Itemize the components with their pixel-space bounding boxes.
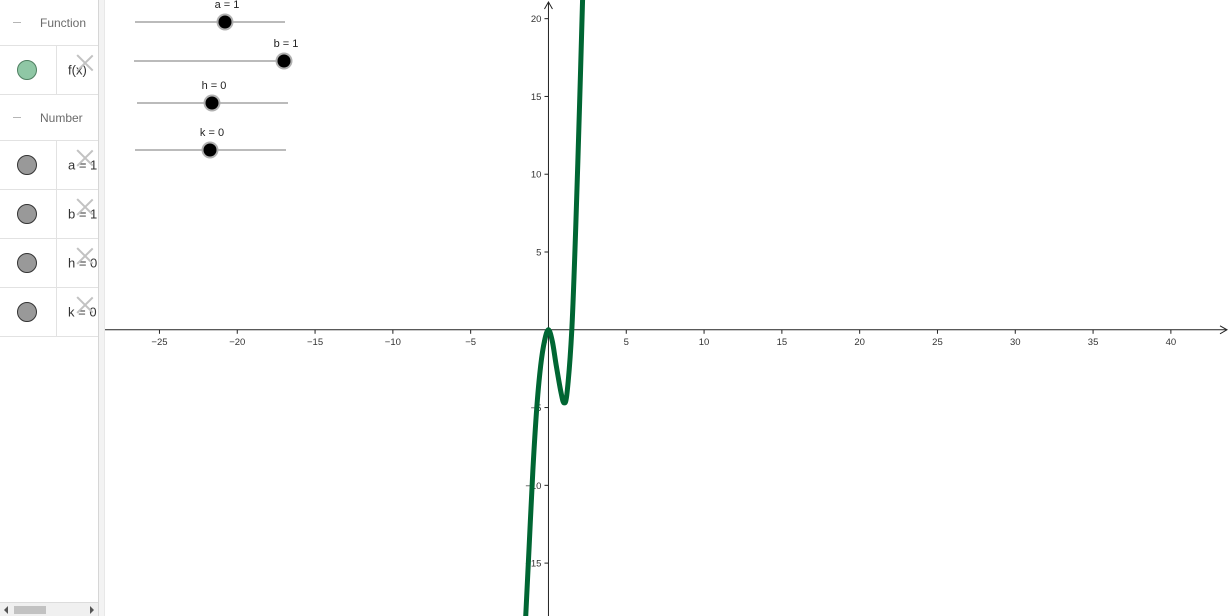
x-tick-label: −25 (151, 337, 167, 348)
visibility-toggle[interactable] (17, 60, 37, 80)
algebra-item-a[interactable]: a = 1 (0, 141, 98, 190)
delete-icon[interactable] (76, 149, 94, 167)
slider-k[interactable]: k = 0 (135, 127, 286, 159)
scroll-left-icon[interactable] (4, 606, 8, 614)
x-tick-label: 35 (1088, 337, 1099, 348)
x-tick-label: −15 (307, 337, 323, 348)
slider-a[interactable]: a = 1 (135, 0, 285, 31)
x-tick-label: 25 (932, 337, 943, 348)
algebra-item-b[interactable]: b = 1 (0, 190, 98, 239)
x-tick-label: 30 (1010, 337, 1021, 348)
slider-label: h = 0 (202, 80, 227, 92)
x-tick-label: −20 (229, 337, 245, 348)
y-tick-label: 20 (531, 14, 542, 25)
row-divider (56, 239, 57, 287)
slider-b[interactable]: b = 1 (134, 38, 298, 70)
slider-h[interactable]: h = 0 (137, 80, 288, 112)
row-divider (56, 141, 57, 189)
algebra-item-k[interactable]: k = 0 (0, 288, 98, 337)
x-tick-label: 15 (777, 337, 788, 348)
visibility-toggle[interactable] (17, 253, 37, 273)
x-tick-label: 40 (1166, 337, 1177, 348)
row-divider (56, 288, 57, 336)
algebra-item-h[interactable]: h = 0 (0, 239, 98, 288)
slider-label: k = 0 (200, 127, 224, 139)
x-tick-label: −10 (385, 337, 401, 348)
x-tick-label: −5 (465, 337, 476, 348)
y-tick-label: 10 (531, 170, 542, 181)
slider-knob[interactable] (203, 143, 217, 157)
delete-icon[interactable] (76, 54, 94, 72)
slider-label: a = 1 (215, 0, 240, 11)
delete-icon[interactable] (76, 198, 94, 216)
scroll-right-icon[interactable] (90, 606, 94, 614)
slider-knob[interactable] (205, 96, 219, 110)
visibility-toggle[interactable] (17, 204, 37, 224)
graphics-view[interactable]: −25 −20 −15 −10 −5 0 5 10 15 20 25 30 35 40−15−10−551… (105, 0, 1230, 616)
algebra-item-f[interactable]: f(x) (0, 46, 98, 95)
delete-icon[interactable] (76, 296, 94, 314)
category-header-function[interactable]: Function (0, 0, 98, 46)
slider-knob[interactable] (277, 54, 291, 68)
x-tick-label: 20 (854, 337, 865, 348)
collapse-icon[interactable] (11, 17, 23, 29)
row-divider (56, 46, 57, 94)
delete-icon[interactable] (76, 247, 94, 265)
y-tick-label: 15 (531, 92, 542, 103)
x-tick-label: 10 (699, 337, 710, 348)
y-tick-label: 5 (536, 248, 541, 259)
view-splitter[interactable] (98, 0, 105, 616)
horizontal-scrollbar[interactable] (0, 602, 98, 616)
algebra-view: Function f(x) Number a = 1 b = 1 h = 0 k… (0, 0, 98, 616)
category-label: Number (40, 110, 83, 125)
scrollbar-thumb[interactable] (14, 606, 46, 614)
visibility-toggle[interactable] (17, 155, 37, 175)
visibility-toggle[interactable] (17, 302, 37, 322)
row-divider (56, 190, 57, 238)
collapse-icon[interactable] (11, 112, 23, 124)
slider-knob[interactable] (218, 15, 232, 29)
category-label: Function (40, 15, 87, 30)
category-header-number[interactable]: Number (0, 95, 98, 141)
x-tick-label: 5 (624, 337, 629, 348)
slider-label: b = 1 (274, 38, 299, 50)
